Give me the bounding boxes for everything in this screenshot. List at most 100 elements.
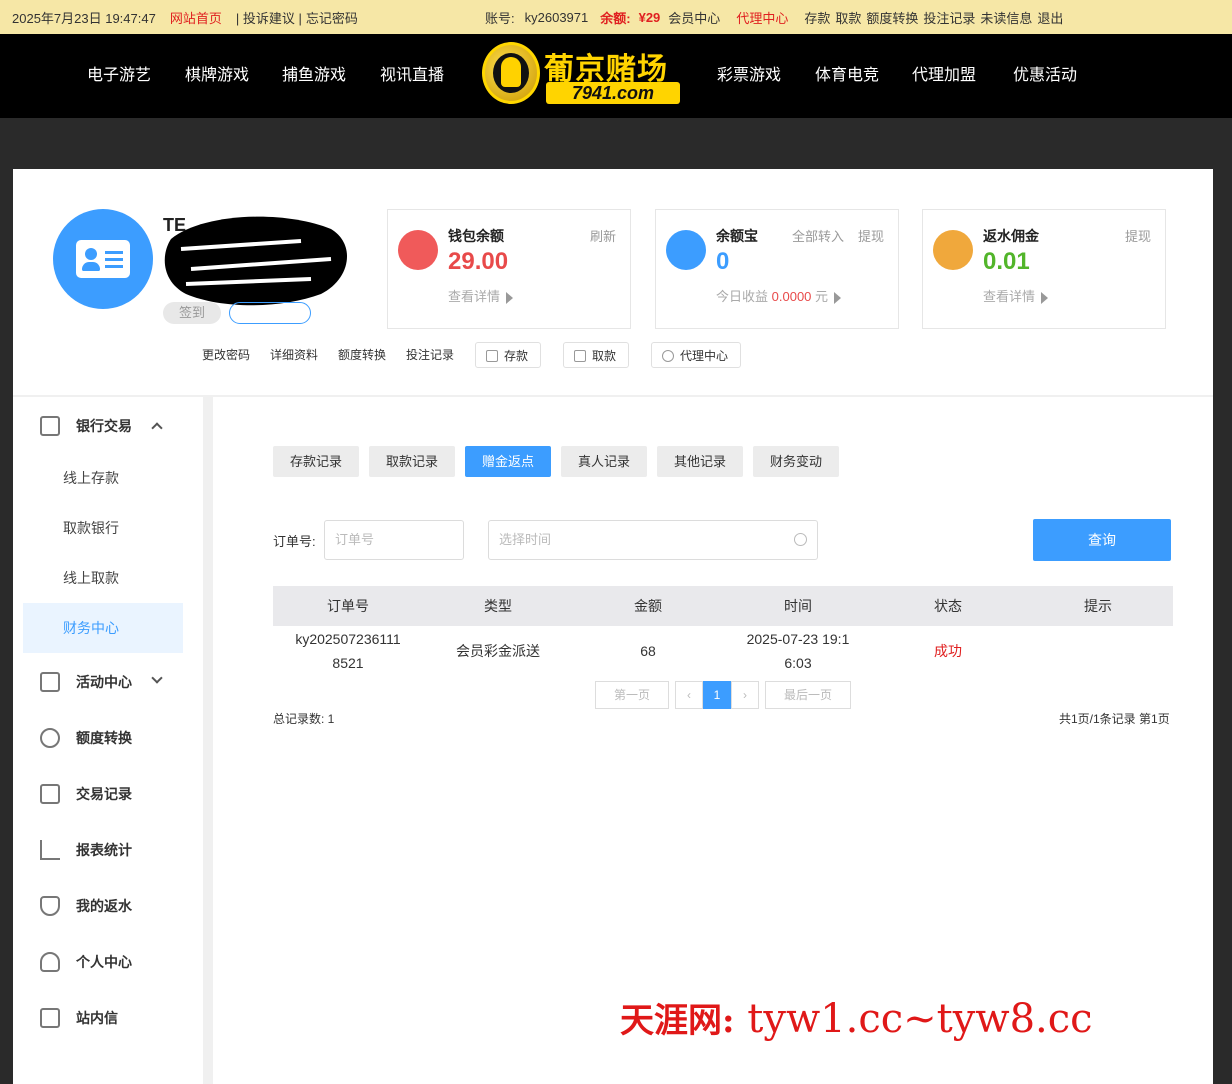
bar-chart-icon <box>40 840 60 860</box>
type-cell: 会员彩金派送 <box>456 643 540 659</box>
account-label: 账号: <box>485 10 515 26</box>
sidebar-finance-center[interactable]: 财务中心 <box>23 603 183 653</box>
signin-button[interactable]: 签到 <box>163 302 221 324</box>
withdraw-button[interactable]: 取款 <box>563 342 630 368</box>
change-password-link[interactable]: 更改密码 <box>202 342 250 368</box>
site-logo[interactable]: 葡京赌场 7941.com <box>482 42 682 106</box>
nav-fishing-games[interactable]: 捕鱼游戏 <box>282 34 346 118</box>
nav-card-games[interactable]: 棋牌游戏 <box>185 34 249 118</box>
sidebar-my-rebate[interactable]: 我的返水 <box>40 891 132 921</box>
bank-card-icon <box>40 416 60 436</box>
status-cell: 成功 <box>934 643 962 659</box>
amount-cell: 68 <box>640 643 656 659</box>
nav-electronic-games[interactable]: 电子游艺 <box>87 34 151 118</box>
rebate-card: 返水佣金 提现 0.01 查看详情 <box>922 209 1166 329</box>
tab-bonus-rebate[interactable]: 赠金返点 <box>465 446 551 477</box>
first-page-button[interactable]: 第一页 <box>595 681 669 709</box>
time-picker-input[interactable]: 选择时间 <box>488 520 818 560</box>
agent-center-link[interactable]: 代理中心 <box>736 8 788 27</box>
agent-center-button[interactable]: 代理中心 <box>651 342 742 368</box>
logo-emblem-icon <box>482 42 540 104</box>
page-summary: 共1页/1条记录 第1页 <box>1059 712 1170 726</box>
sidebar-quota-transfer[interactable]: 额度转换 <box>40 723 132 753</box>
document-icon <box>40 784 60 804</box>
bet-record-link[interactable]: 投注记录 <box>406 342 454 368</box>
rebate-withdraw-link[interactable]: 提现 <box>1125 226 1151 245</box>
mail-icon <box>40 1008 60 1028</box>
order-number-input[interactable]: 订单号 <box>324 520 464 560</box>
sidebar-report-statistics[interactable]: 报表统计 <box>40 835 132 865</box>
nav-sports-esports[interactable]: 体育电竞 <box>815 34 879 118</box>
sidebar-online-withdraw[interactable]: 线上取款 <box>23 553 183 603</box>
member-panel: TE 签到 钱包余额 刷新 29.00 查看详情 余额宝 全部转入 提现 0 今… <box>13 169 1213 1084</box>
withdraw-link[interactable]: 取款 <box>835 8 861 27</box>
details-link[interactable]: 详细资料 <box>270 342 318 368</box>
transfer-link[interactable]: 额度转换 <box>866 8 918 27</box>
tab-other-records[interactable]: 其他记录 <box>657 446 743 477</box>
quota-transfer-link[interactable]: 额度转换 <box>338 342 386 368</box>
table-header: 订单号 类型 金额 时间 状态 提示 <box>273 586 1173 626</box>
yuebao-withdraw-link[interactable]: 提现 <box>858 226 884 245</box>
sidebar-online-deposit[interactable]: 线上存款 <box>23 453 183 503</box>
chevron-down-icon[interactable] <box>151 672 163 684</box>
caret-right-icon <box>834 291 842 304</box>
withdraw-icon <box>574 350 586 362</box>
vip-badge <box>229 302 311 324</box>
rebate-details-link[interactable]: 查看详情 <box>983 286 1049 305</box>
query-button[interactable]: 查询 <box>1033 519 1171 561</box>
prev-page-button[interactable]: ‹ <box>675 681 703 709</box>
wallet-balance-card: 钱包余额 刷新 29.00 查看详情 <box>387 209 631 329</box>
order-number-label: 订单号: <box>273 534 316 549</box>
caret-right-icon <box>1041 291 1049 304</box>
wallet-details-link[interactable]: 查看详情 <box>448 286 514 305</box>
deposit-link[interactable]: 存款 <box>804 8 830 27</box>
tab-deposit-records[interactable]: 存款记录 <box>273 446 359 477</box>
deposit-button[interactable]: 存款 <box>475 342 542 368</box>
forgot-password-link[interactable]: 忘记密码 <box>306 8 358 27</box>
today-earnings[interactable]: 今日收益 0.0000 元 <box>716 286 842 305</box>
refresh-link[interactable]: 刷新 <box>590 226 616 245</box>
transfer-all-link[interactable]: 全部转入 <box>792 226 844 245</box>
tip-cell <box>1023 626 1173 676</box>
last-page-button[interactable]: 最后一页 <box>765 681 851 709</box>
user-icon <box>40 952 60 972</box>
tab-live-records[interactable]: 真人记录 <box>561 446 647 477</box>
chevron-up-icon[interactable] <box>151 422 163 434</box>
nav-live-video[interactable]: 视讯直播 <box>380 34 444 118</box>
nav-lottery[interactable]: 彩票游戏 <box>717 34 781 118</box>
sidebar-withdraw-bank[interactable]: 取款银行 <box>23 503 183 553</box>
deposit-icon <box>486 350 498 362</box>
sidebar-bank-transactions[interactable]: 银行交易 <box>40 411 132 441</box>
agent-icon <box>662 350 674 362</box>
sidebar-activity-center[interactable]: 活动中心 <box>40 667 132 697</box>
watermark: 天涯网: tyw1.cc~tyw8.cc <box>620 996 1093 1042</box>
bet-records-link[interactable]: 投注记录 <box>923 8 975 27</box>
wallet-value: 29.00 <box>448 248 509 275</box>
id-card-icon <box>76 240 130 278</box>
nav-promotions[interactable]: 优惠活动 <box>1013 34 1077 118</box>
yuebao-card: 余额宝 全部转入 提现 0 今日收益 0.0000 元 <box>655 209 899 329</box>
tab-withdraw-records[interactable]: 取款记录 <box>369 446 455 477</box>
clock-icon <box>794 533 807 546</box>
home-link[interactable]: 网站首页 <box>170 8 222 27</box>
sidebar-inbox[interactable]: 站内信 <box>40 1003 118 1033</box>
unread-messages-link[interactable]: 未读信息 <box>980 8 1032 27</box>
sidebar-personal-center[interactable]: 个人中心 <box>40 947 132 977</box>
logout-link[interactable]: 退出 <box>1037 8 1063 27</box>
tab-finance-changes[interactable]: 财务变动 <box>753 446 839 477</box>
money-bag-icon <box>933 230 973 270</box>
nav-agent-join[interactable]: 代理加盟 <box>912 34 976 118</box>
page-1-button[interactable]: 1 <box>703 681 731 709</box>
complaint-link[interactable]: | 投诉建议 | <box>236 8 302 27</box>
rebate-title: 返水佣金 <box>983 228 1039 244</box>
sidebar-transaction-records[interactable]: 交易记录 <box>40 779 132 809</box>
exchange-icon <box>40 728 60 748</box>
account-value: ky2603971 <box>524 9 589 25</box>
member-center-link[interactable]: 会员中心 <box>668 8 720 27</box>
avatar <box>53 209 153 309</box>
table-row: ky202507236111 8521 会员彩金派送 68 2025-07-23 … <box>273 626 1173 676</box>
time-cell: 2025-07-23 19:1 6:03 <box>746 631 850 671</box>
shield-yen-icon <box>40 896 60 916</box>
wallet-icon <box>398 230 438 270</box>
next-page-button[interactable]: › <box>731 681 759 709</box>
